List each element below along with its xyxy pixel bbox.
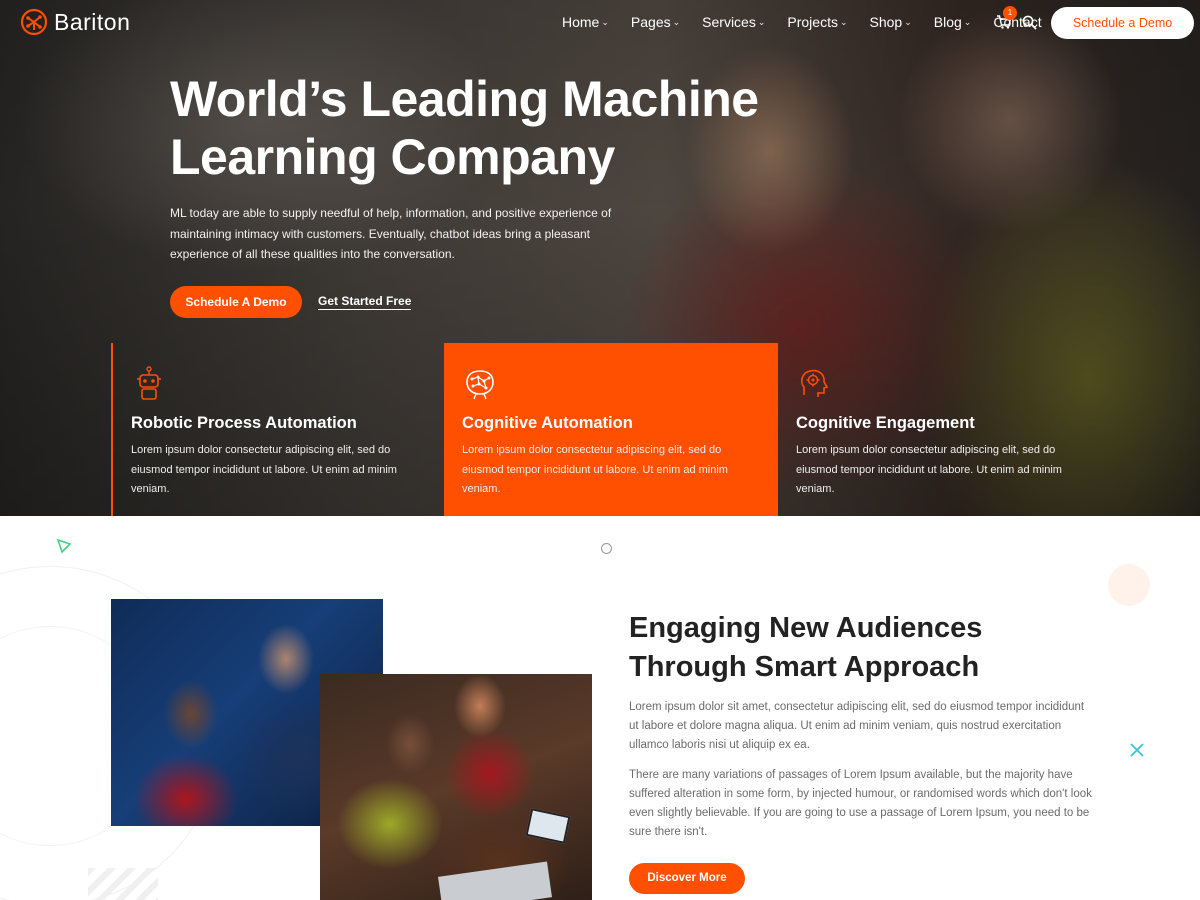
about-section: Engaging New Audiences Through Smart App…: [0, 516, 1200, 900]
feature-title: Robotic Process Automation: [131, 414, 357, 432]
tablet-shape: [525, 808, 571, 844]
about-paragraph-1: Lorem ipsum dolor sit amet, consectetur …: [629, 701, 1085, 751]
nav-item-home[interactable]: Home ⌄: [562, 14, 609, 30]
chevron-down-icon: ⌄: [757, 16, 766, 27]
nav-label: Projects: [787, 14, 838, 30]
chevron-down-icon: ⌄: [839, 16, 848, 27]
hero-section: Bariton Home ⌄ Pages ⌄ Services ⌄ Projects ⌄…: [0, 0, 1200, 516]
feature-card-cognitive-engagement[interactable]: Cognitive Engagement Lorem ipsum dolor c…: [776, 343, 1109, 516]
logo-icon: [20, 8, 48, 36]
cross-icon: [1130, 743, 1144, 757]
nav-item-shop[interactable]: Shop ⌄: [870, 14, 912, 30]
nav-label: Home: [562, 14, 600, 30]
discover-more-button[interactable]: Discover More: [629, 863, 745, 894]
get-started-link[interactable]: Get Started Free: [318, 294, 412, 310]
feature-text: Lorem ipsum dolor consectetur adipiscing…: [796, 444, 1062, 495]
hero-title: World’s Leading Machine Learning Company: [170, 71, 759, 185]
chevron-down-icon: ⌄: [904, 16, 912, 27]
feature-title: Cognitive Engagement: [796, 414, 975, 432]
feature-text: Lorem ipsum dolor consectetur adipiscing…: [131, 444, 397, 495]
nav-label: Pages: [630, 14, 671, 30]
head-gear-icon: [800, 369, 829, 397]
decorative-blob: [1108, 564, 1150, 606]
search-icon[interactable]: [1022, 15, 1037, 30]
circle-icon: [601, 543, 612, 554]
cart-count-badge: 1: [1003, 6, 1017, 20]
brain-icon: [466, 370, 494, 400]
chevron-down-icon: ⌄: [601, 16, 609, 27]
hero-description: ML today are able to supply needful of h…: [170, 206, 612, 261]
chevron-down-icon: ⌄: [672, 16, 681, 27]
decorative-stripes: [88, 868, 158, 900]
feature-title: Cognitive Automation: [462, 414, 633, 432]
feature-text: Lorem ipsum dolor consectetur adipiscing…: [462, 444, 728, 495]
schedule-demo-header-button[interactable]: Schedule a Demo: [1051, 7, 1194, 39]
nav-item-pages[interactable]: Pages ⌄: [631, 14, 680, 30]
robot-icon: [137, 366, 161, 400]
nav-label: Services: [702, 14, 756, 30]
nav-label: Shop: [869, 14, 903, 30]
about-paragraph-2: There are many variations of passages of…: [629, 769, 1092, 838]
nav-label: Blog: [933, 14, 962, 30]
team-photo-2: [320, 674, 592, 900]
feature-card-cognitive-automation[interactable]: Cognitive Automation Lorem ipsum dolor c…: [444, 343, 777, 516]
nav-item-services[interactable]: Services ⌄: [702, 14, 765, 30]
feature-card-robotic[interactable]: Robotic Process Automation Lorem ipsum d…: [111, 343, 444, 516]
nav-item-projects[interactable]: Projects ⌄: [787, 14, 847, 30]
section-title: Engaging New Audiences Through Smart App…: [629, 612, 983, 683]
main-nav: Home ⌄ Pages ⌄ Services ⌄ Projects ⌄ Shop ⌄ B…: [562, 14, 1064, 30]
logo-text: Bariton: [54, 8, 131, 35]
triangle-icon: [56, 538, 72, 554]
nav-item-blog[interactable]: Blog ⌄: [934, 14, 972, 30]
laptop-shape: [438, 861, 552, 900]
chevron-down-icon: ⌄: [963, 16, 972, 27]
logo[interactable]: Bariton: [20, 8, 130, 36]
schedule-demo-button[interactable]: Schedule A Demo: [170, 286, 302, 318]
